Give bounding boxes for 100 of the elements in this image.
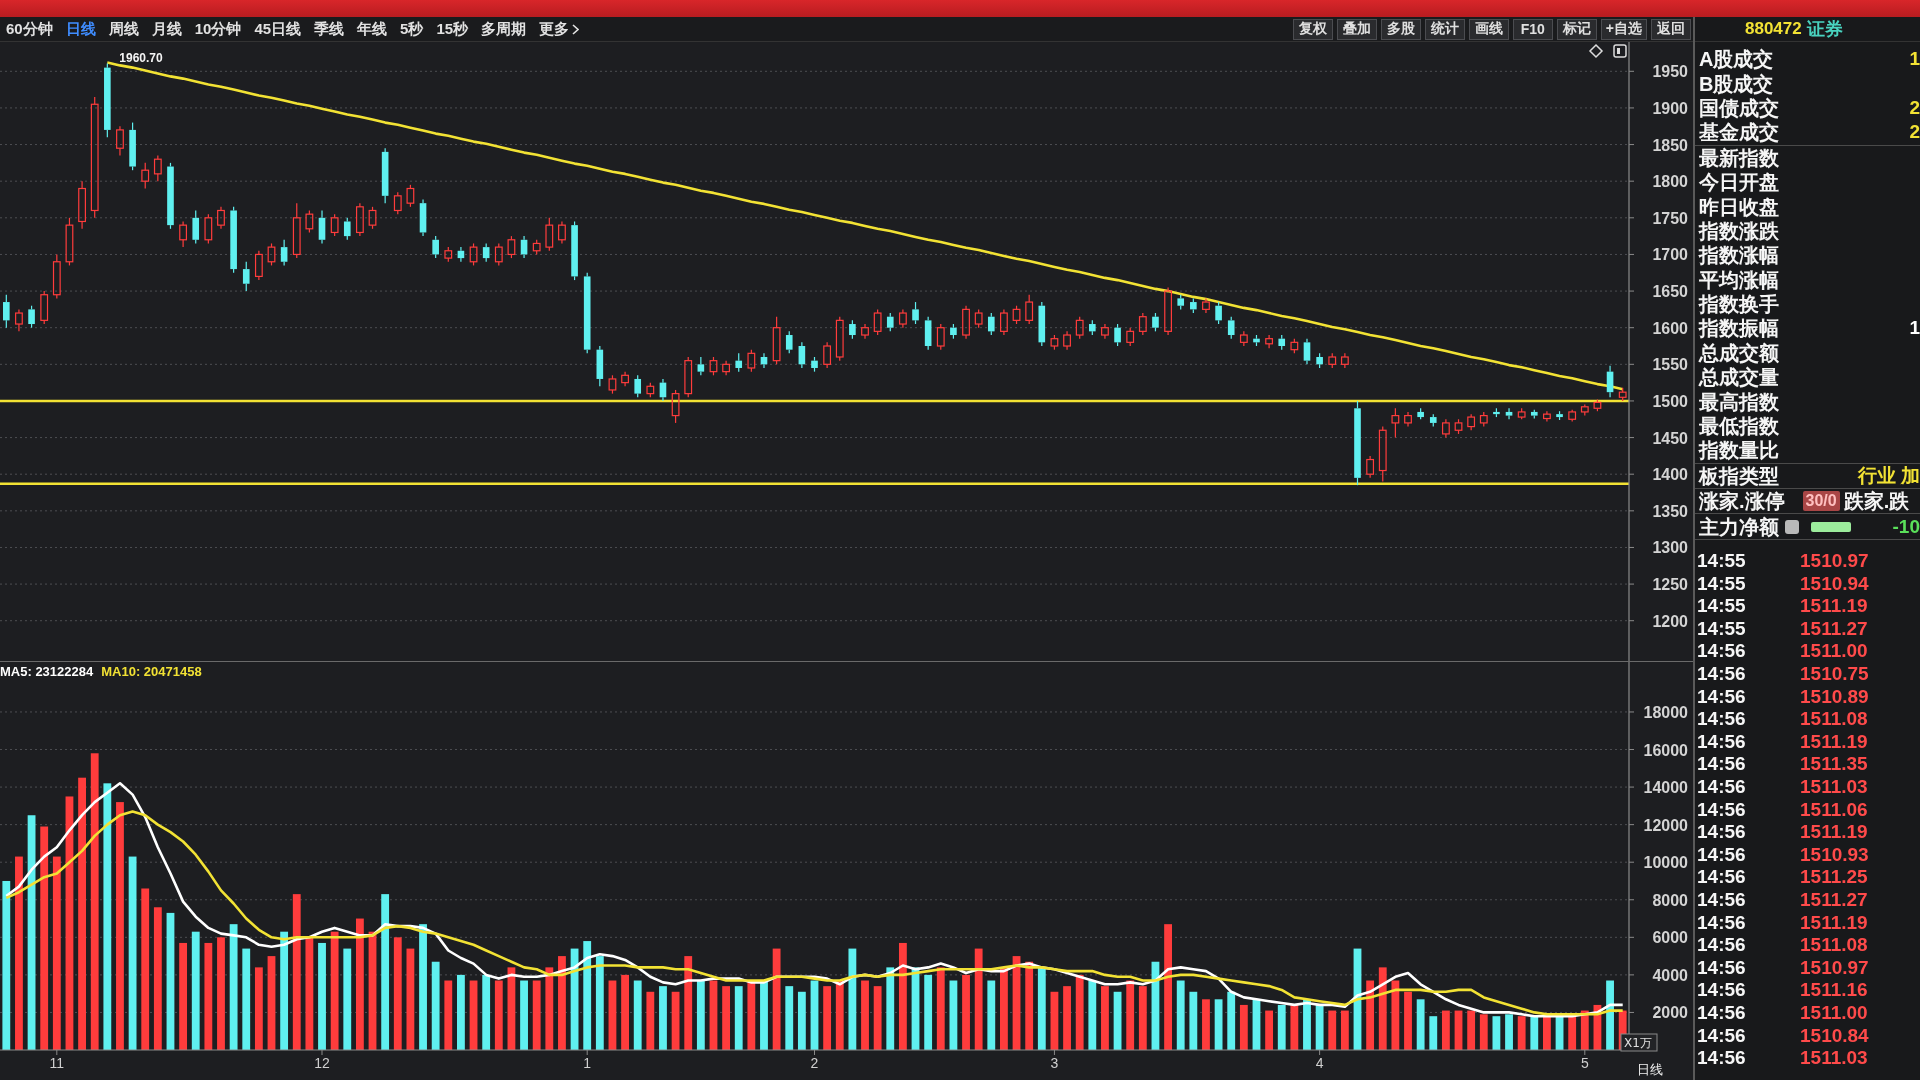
candlestick [950,323,957,340]
candlestick [153,154,162,182]
candlestick [267,242,276,267]
axis-label: 14000 [1643,779,1688,797]
candlestick [204,213,213,245]
toolbar-button[interactable]: 画线 [1468,18,1509,40]
volume-bar [1113,991,1122,1050]
volume-bar [1568,1014,1577,1050]
volume-bar [1492,1016,1501,1050]
toolbar-button[interactable]: 统计 [1424,18,1465,40]
trade-price: 1510.97 [1800,550,1869,573]
period-tab[interactable]: 日线 [63,19,98,39]
volume-bar [1391,980,1400,1050]
toolbar-button[interactable]: 返回 [1651,18,1691,40]
field-label: 指数振幅 [1699,317,1779,340]
period-tab[interactable]: 15秒 [434,19,471,39]
candlestick [936,323,945,351]
field-label: 指数量比 [1699,439,1779,462]
y-axis-title: X1万 [1624,1036,1652,1050]
field-value: 2 [1909,96,1920,119]
toolbar-button[interactable]: +自选 [1600,18,1647,40]
candlestick [1366,455,1375,479]
candlestick [886,312,894,332]
toolbar-button[interactable]: F10 [1512,18,1553,40]
axis-label: 1500 [1652,392,1688,410]
volume-bar [659,986,667,1050]
volume-bar [1063,986,1071,1050]
candlestick [28,305,35,329]
volume-bar [1050,991,1059,1050]
trade-time: 14:56 [1697,685,1747,708]
candlestick [1239,330,1248,347]
toolbar-button[interactable]: 叠加 [1336,18,1377,40]
period-tab[interactable]: 45日线 [252,19,304,39]
security-code: 880472 [1745,19,1802,39]
candlestick [355,202,364,237]
candlestick [444,246,453,263]
axis-label: 12 [314,1055,330,1071]
axis-label: 1350 [1652,502,1688,520]
field-label: 跌家.跌 [1843,490,1910,513]
candlestick [1038,301,1046,347]
trade-time: 14:56 [1697,821,1747,844]
diamond-icon[interactable] [1588,43,1604,59]
candlestick [1202,297,1210,314]
period-tab[interactable]: 60分钟 [4,19,55,39]
toolbar-button[interactable]: 标记 [1556,18,1597,40]
volume-bar [532,980,541,1050]
period-tab[interactable]: 季线 [312,19,347,39]
candlestick [760,352,768,369]
volume-bar [1340,1010,1349,1050]
axis-label: 4000 [1652,966,1688,984]
candlestick [254,250,263,281]
period-tab[interactable]: 多周期 [479,19,529,39]
candlestick [368,206,377,230]
security-name: 证券 [1806,18,1843,41]
toolbar-button[interactable]: 多股 [1380,18,1421,40]
period-tab[interactable]: 周线 [106,19,141,39]
candlestick [507,235,516,259]
trade-time: 14:56 [1697,753,1747,776]
field-value: 行业 加 [1857,464,1920,487]
trade-time: 14:55 [1697,617,1747,640]
axis-label: 1700 [1652,246,1688,264]
candlestick [230,206,237,274]
field-label: 昨日收盘 [1699,195,1779,218]
trade-price: 1510.97 [1800,956,1869,979]
candlestick [1593,398,1602,412]
candlestick [1580,404,1589,417]
square-icon[interactable] [1785,519,1799,534]
period-tab[interactable]: 年线 [355,19,390,39]
candlestick [785,330,793,354]
sidebar-icon[interactable] [1613,44,1627,58]
candlestick [1442,418,1450,439]
volume-bar [734,986,743,1050]
period-tab[interactable]: 5秒 [398,19,426,39]
candlestick [1328,352,1337,369]
axis-label: 18000 [1643,703,1688,721]
candlestick [1568,409,1577,423]
volume-bar [696,980,705,1050]
field-label: B股成交 [1699,72,1774,95]
candlestick [811,356,818,373]
trade-time: 14:56 [1697,663,1747,686]
more-button[interactable]: 更多 [537,19,582,39]
field-label: 平均涨幅 [1699,268,1779,291]
candlestick [482,242,490,263]
period-tab[interactable]: 月线 [149,19,184,39]
trade-time: 14:56 [1697,730,1747,753]
limit-count-badge: 30/0 [1802,491,1840,512]
candlestick [1012,305,1021,325]
candlestick [318,209,326,245]
trade-price: 1511.08 [1800,934,1868,957]
field-value: 1 [1909,48,1920,71]
candlestick [217,206,225,230]
candlestick [924,316,932,351]
period-tab[interactable]: 10分钟 [192,19,244,39]
candlestick [1265,334,1273,349]
candlestick [1606,365,1614,398]
trade-time: 14:56 [1697,843,1747,866]
axis-label: 1550 [1652,356,1688,374]
volume-bar [608,980,617,1050]
axis-label: 1 [583,1055,592,1071]
toolbar-button[interactable]: 复权 [1292,18,1333,40]
